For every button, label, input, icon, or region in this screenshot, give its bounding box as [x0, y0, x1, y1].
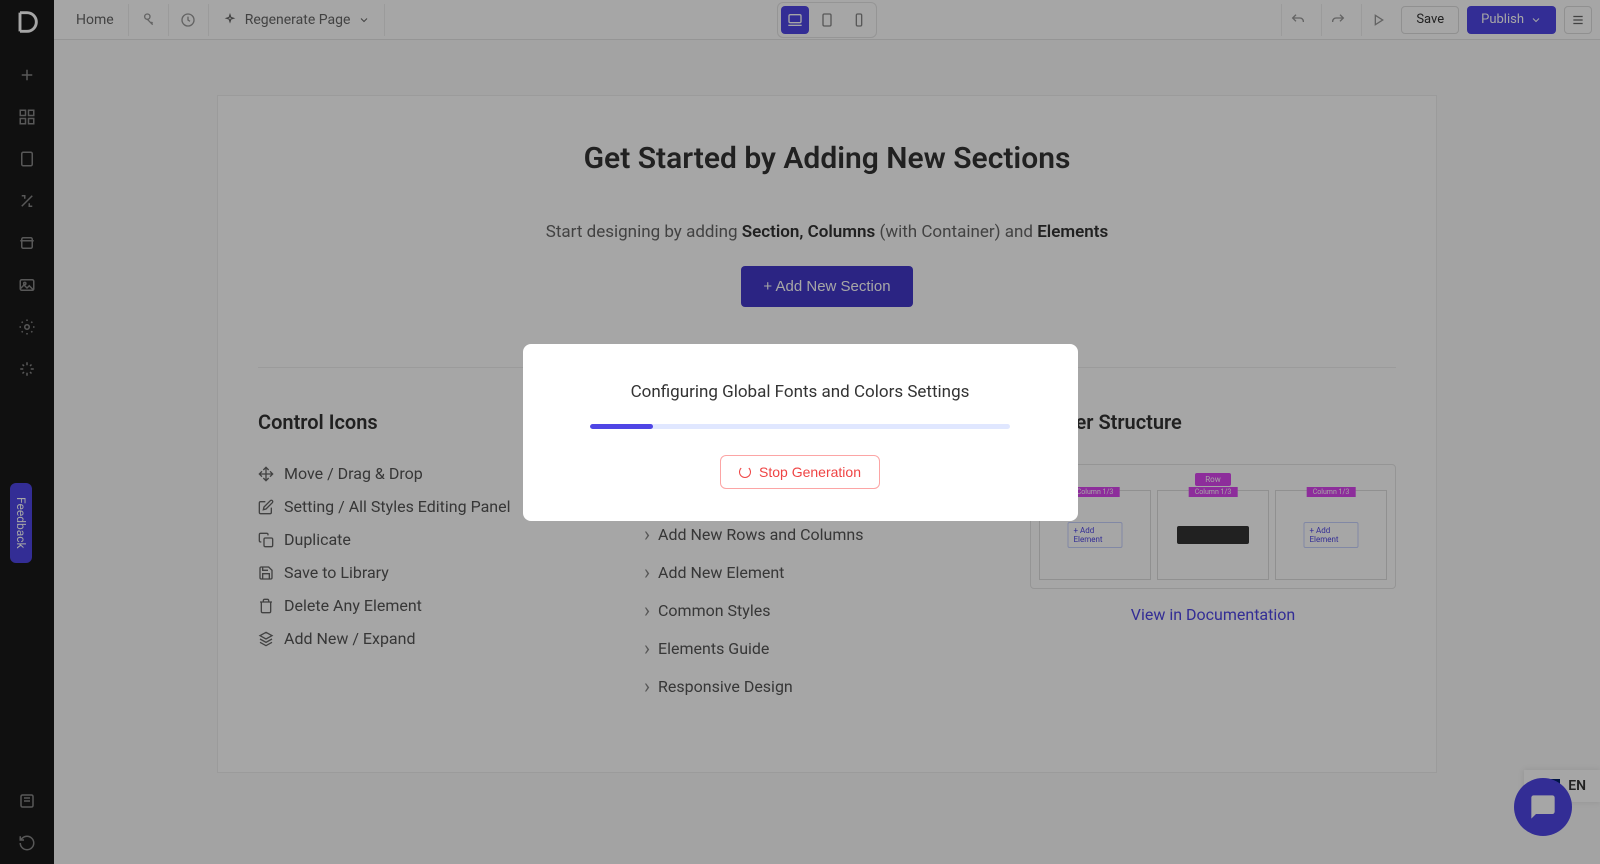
- modal-overlay: Configuring Global Fonts and Colors Sett…: [0, 0, 1600, 864]
- progress-fill: [590, 424, 653, 429]
- configuring-settings-modal: Configuring Global Fonts and Colors Sett…: [523, 344, 1078, 521]
- stop-generation-button[interactable]: Stop Generation: [720, 455, 880, 489]
- stop-label: Stop Generation: [759, 464, 861, 480]
- spinner-icon: [739, 466, 751, 478]
- progress-bar: [590, 424, 1010, 429]
- modal-title: Configuring Global Fonts and Colors Sett…: [555, 382, 1046, 402]
